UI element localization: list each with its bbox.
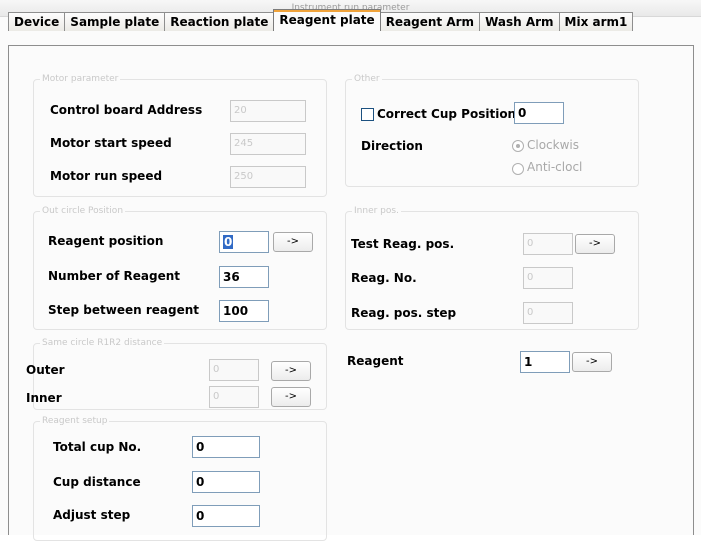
reag-pos-step-field[interactable]: 0 <box>523 302 573 324</box>
reagent-position-field[interactable]: 0 <box>219 231 269 253</box>
clockwise-label: Clockwis <box>527 138 580 152</box>
number-of-reagent-field[interactable]: 36 <box>219 266 269 288</box>
correct-cup-position-field[interactable]: 0 <box>514 102 564 124</box>
direction-label: Direction <box>361 139 423 153</box>
clockwise-radio[interactable] <box>512 140 524 152</box>
same-circle-outer-label: Outer <box>26 363 65 377</box>
reag-pos-step-label: Reag. pos. step <box>351 306 457 320</box>
anticlockwise-label: Anti-clocl <box>527 160 583 174</box>
tab-mix-arm1[interactable]: Mix arm1 <box>558 12 634 31</box>
same-circle-outer-field[interactable]: 0 <box>209 359 259 381</box>
reagent-plate-panel: Motor parameter Control board Address 20… <box>8 45 694 541</box>
reagent-field[interactable]: 1 <box>520 351 570 373</box>
other-group: Other <box>345 74 639 187</box>
reagent-position-value: 0 <box>223 235 234 249</box>
same-circle-inner-go-button[interactable]: -> <box>271 387 311 407</box>
motor-parameter-legend: Motor parameter <box>42 74 119 84</box>
step-between-reagent-field[interactable]: 100 <box>219 300 269 322</box>
test-reag-pos-field[interactable]: 0 <box>523 233 573 255</box>
tab-wash-arm[interactable]: Wash Arm <box>479 12 560 31</box>
tab-reagent-plate[interactable]: Reagent plate <box>273 9 381 31</box>
correct-cup-position-label: Correct Cup Position <box>377 107 517 121</box>
control-board-address-label: Control board Address <box>50 103 203 117</box>
adjust-step-field[interactable]: 0 <box>192 505 260 527</box>
test-reag-pos-go-button[interactable]: -> <box>575 234 615 254</box>
tab-reaction-plate[interactable]: Reaction plate <box>164 12 275 31</box>
total-cup-no-label: Total cup No. <box>53 440 142 454</box>
tab-strip: Device Sample plate Reaction plate Reage… <box>8 9 634 31</box>
cup-distance-field[interactable]: 0 <box>192 471 260 493</box>
same-circle-inner-field[interactable]: 0 <box>209 386 259 408</box>
reagent-go-button[interactable]: -> <box>572 352 612 372</box>
reag-no-field[interactable]: 0 <box>523 267 573 289</box>
reagent-setup-legend: Reagent setup <box>42 416 108 426</box>
reagent-position-go-button[interactable]: -> <box>273 232 313 252</box>
same-circle-inner-label: Inner <box>26 391 62 405</box>
motor-run-speed-label: Motor run speed <box>50 169 163 183</box>
inner-pos-legend: Inner pos. <box>354 206 399 216</box>
total-cup-no-field[interactable]: 0 <box>192 436 260 458</box>
number-of-reagent-label: Number of Reagent <box>48 269 181 283</box>
control-board-address-field[interactable]: 20 <box>230 100 306 122</box>
reag-no-label: Reag. No. <box>351 271 417 285</box>
correct-cup-position-checkbox[interactable] <box>361 108 374 121</box>
same-circle-outer-go-button[interactable]: -> <box>271 361 311 381</box>
cup-distance-label: Cup distance <box>53 475 141 489</box>
tab-device[interactable]: Device <box>8 12 66 31</box>
out-circle-position-legend: Out circle Position <box>42 206 124 216</box>
adjust-step-label: Adjust step <box>53 508 131 522</box>
test-reag-pos-label: Test Reag. pos. <box>351 237 455 251</box>
same-circle-legend: Same circle R1R2 distance <box>42 338 163 348</box>
step-between-reagent-label: Step between reagent <box>48 303 199 317</box>
anticlockwise-radio[interactable] <box>512 163 524 175</box>
reagent-position-label: Reagent position <box>48 234 164 248</box>
tab-reagent-arm[interactable]: Reagent Arm <box>379 12 481 31</box>
tab-sample-plate[interactable]: Sample plate <box>64 12 166 31</box>
motor-start-speed-field[interactable]: 245 <box>230 133 306 155</box>
motor-start-speed-label: Motor start speed <box>50 136 172 150</box>
motor-run-speed-field[interactable]: 250 <box>230 166 306 188</box>
reagent-label: Reagent <box>347 354 404 368</box>
other-legend: Other <box>354 74 380 84</box>
